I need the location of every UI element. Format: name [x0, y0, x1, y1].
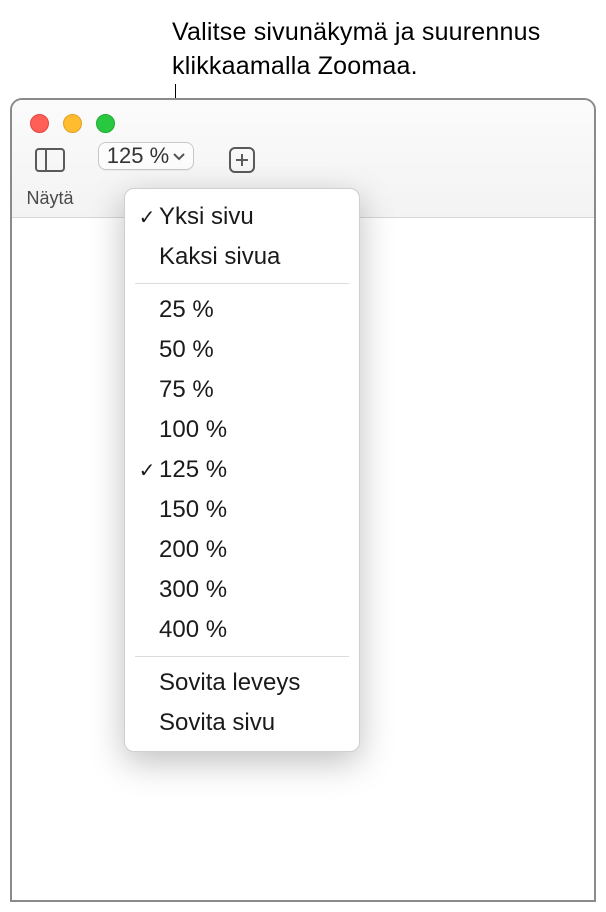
- menu-item-label: Kaksi sivua: [159, 243, 280, 271]
- insert-button[interactable]: [214, 142, 270, 184]
- menu-item-label: 150 %: [159, 496, 227, 524]
- menu-item-label: Sovita sivu: [159, 709, 275, 737]
- menu-item-label: 100 %: [159, 416, 227, 444]
- menu-item-label: 300 %: [159, 576, 227, 604]
- fullscreen-window-button[interactable]: [96, 114, 115, 133]
- close-window-button[interactable]: [30, 114, 49, 133]
- zoom-dropdown-menu: ✓ Yksi sivu Kaksi sivua 25 % 50 % 75 % 1…: [124, 188, 360, 752]
- menu-item-zoom-125[interactable]: ✓ 125 %: [125, 450, 359, 490]
- menu-separator: [135, 283, 349, 284]
- toolbar-insert-item: [214, 142, 270, 184]
- callout-line1: Valitse sivunäkymä ja suurennus: [172, 18, 540, 46]
- menu-item-two-pages[interactable]: Kaksi sivua: [125, 237, 359, 277]
- window-controls: [30, 114, 115, 133]
- check-icon: ✓: [135, 458, 159, 483]
- toolbar-zoom-item: 125 %: [98, 142, 194, 170]
- menu-item-label: Yksi sivu: [159, 203, 254, 231]
- menu-item-zoom-75[interactable]: 75 %: [125, 370, 359, 410]
- check-icon: ✓: [135, 205, 159, 230]
- menu-item-zoom-200[interactable]: 200 %: [125, 530, 359, 570]
- menu-item-label: 200 %: [159, 536, 227, 564]
- menu-item-zoom-25[interactable]: 25 %: [125, 290, 359, 330]
- menu-item-one-page[interactable]: ✓ Yksi sivu: [125, 197, 359, 237]
- menu-item-label: 400 %: [159, 616, 227, 644]
- zoom-dropdown-button[interactable]: 125 %: [98, 142, 194, 170]
- toolbar-view-item: Näytä: [22, 142, 78, 209]
- plus-box-icon: [228, 146, 256, 181]
- menu-item-zoom-50[interactable]: 50 %: [125, 330, 359, 370]
- menu-item-label: Sovita leveys: [159, 669, 300, 697]
- minimize-window-button[interactable]: [63, 114, 82, 133]
- zoom-current-value: 125 %: [107, 143, 169, 169]
- menu-item-zoom-100[interactable]: 100 %: [125, 410, 359, 450]
- menu-item-zoom-400[interactable]: 400 %: [125, 610, 359, 650]
- chevron-down-icon: [173, 148, 185, 164]
- view-button[interactable]: [22, 142, 78, 184]
- callout-text: Valitse sivunäkymä ja suurennus klikkaam…: [172, 16, 540, 84]
- sidebar-icon: [35, 148, 65, 178]
- menu-item-label: 75 %: [159, 376, 214, 404]
- menu-item-fit-width[interactable]: Sovita leveys: [125, 663, 359, 703]
- app-window: Näytä 125 %: [10, 98, 596, 902]
- menu-item-zoom-300[interactable]: 300 %: [125, 570, 359, 610]
- view-label: Näytä: [26, 188, 73, 209]
- menu-item-fit-page[interactable]: Sovita sivu: [125, 703, 359, 743]
- menu-separator: [135, 656, 349, 657]
- menu-item-label: 25 %: [159, 296, 214, 324]
- menu-item-label: 125 %: [159, 456, 227, 484]
- callout-line2: klikkaamalla Zoomaa.: [172, 52, 418, 80]
- menu-item-label: 50 %: [159, 336, 214, 364]
- menu-item-zoom-150[interactable]: 150 %: [125, 490, 359, 530]
